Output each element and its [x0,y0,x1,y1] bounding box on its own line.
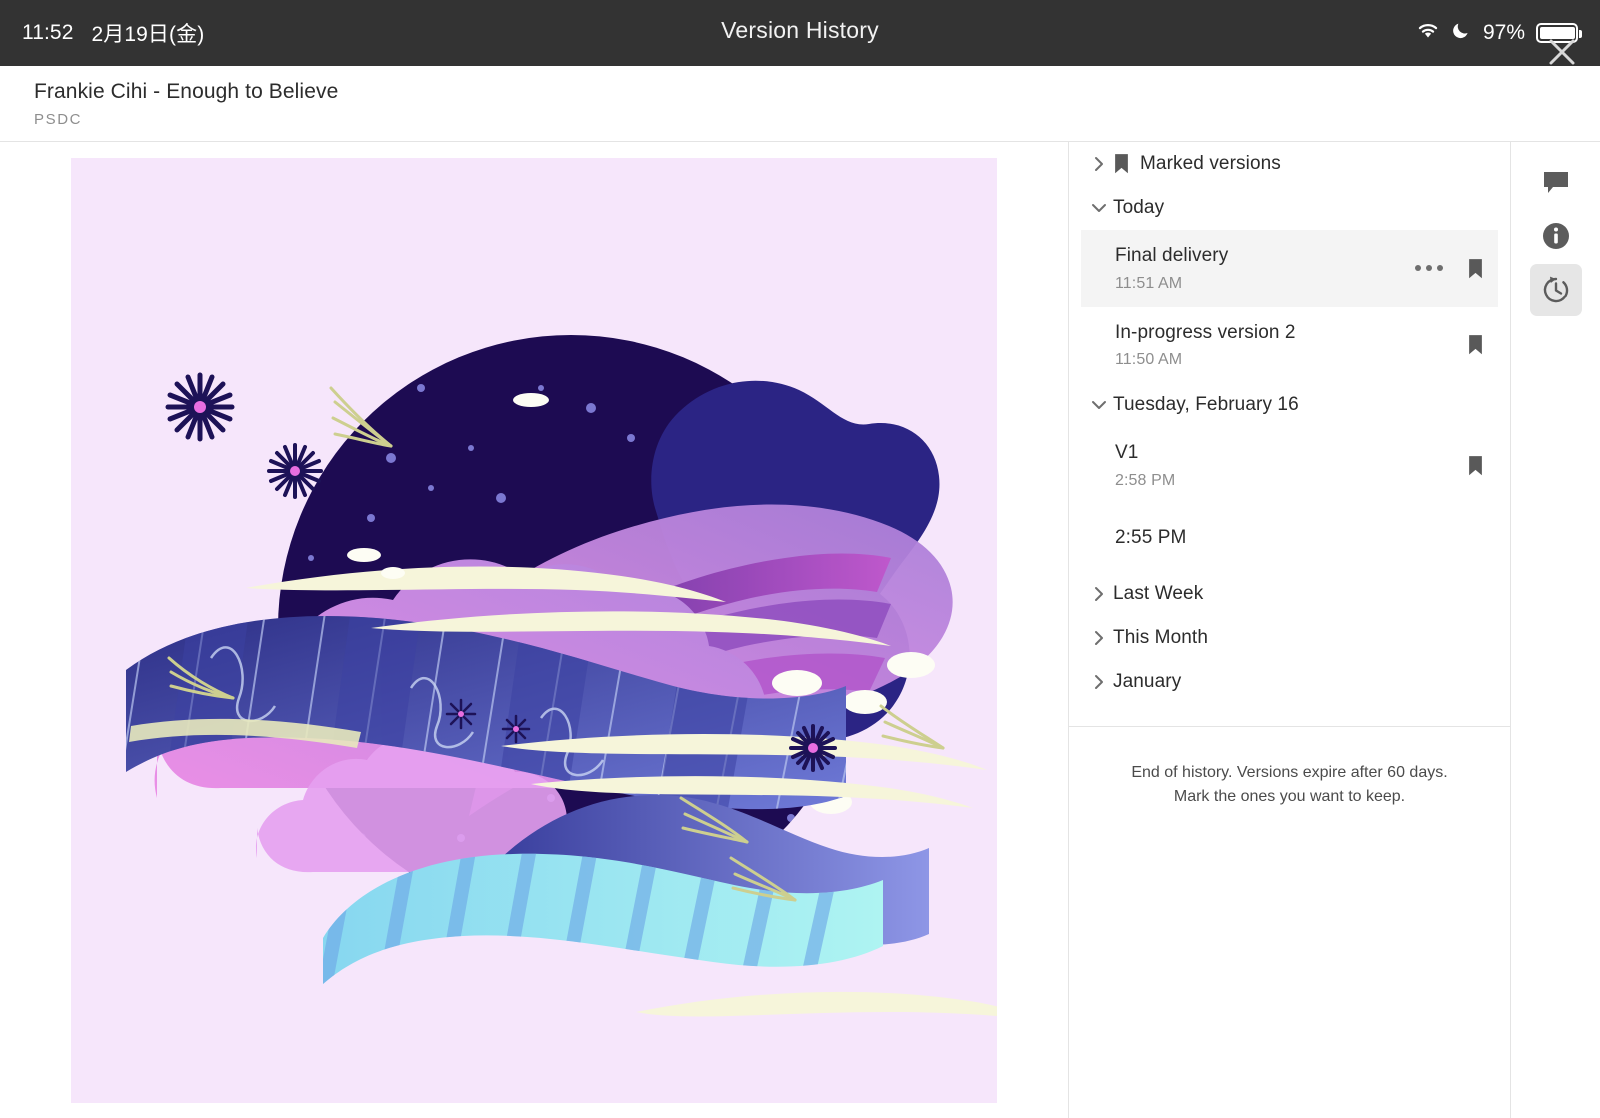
document-subtitle: PSDC [34,111,83,128]
history-group-header[interactable]: Marked versions [1069,142,1510,186]
bookmark-icon[interactable] [1467,455,1484,476]
history-group-label: Last Week [1113,583,1204,605]
comment-icon[interactable] [1530,156,1582,208]
bookmark-icon[interactable] [1467,258,1484,279]
version-row[interactable]: 2:55 PM [1081,504,1498,572]
body-area: Frankie Cihi Marked versions Today Final d… [0,142,1600,1118]
version-name: V1 [1115,442,1139,464]
chevron-right-icon[interactable] [1085,624,1113,652]
version-row-actions [1415,258,1498,279]
moon-icon [1452,20,1472,46]
artwork-preview[interactable]: Frankie Cihi [71,158,997,1103]
version-row[interactable]: In-progress version 2 11:50 AM [1081,307,1498,384]
history-group-label: Today [1113,197,1165,218]
chevron-down-icon[interactable] [1085,391,1113,419]
status-time: 11:52 [22,21,74,44]
chevron-down-icon[interactable] [1085,194,1113,222]
version-texts: V1 2:58 PM [1115,441,1467,490]
history-group-header[interactable]: Tuesday, February 16 [1069,383,1510,427]
history-group-header[interactable]: Last Week [1069,572,1510,616]
history-group-label: This Month [1113,627,1208,649]
status-bar-left: 11:52 2月19日(金) [22,18,204,48]
version-texts: In-progress version 2 11:50 AM [1115,321,1467,370]
right-rail [1510,142,1600,1118]
window-title: Version History [721,17,879,43]
version-row[interactable]: V1 2:58 PM [1081,427,1498,504]
version-time: 2:58 PM [1115,472,1176,490]
history-group-label: Tuesday, February 16 [1113,394,1299,416]
version-history-list: Marked versions Today Final delivery 11:51 … [1069,142,1510,704]
version-row-actions [1467,334,1498,355]
bookmark-icon [1113,153,1130,174]
divider [1069,726,1510,728]
version-texts: 2:55 PM [1115,527,1484,549]
version-history-panel: Marked versions Today Final delivery 11:51 … [1068,142,1510,1118]
more-options-icon[interactable] [1415,265,1443,272]
document-title: Frankie Cihi - Enough to Believe [34,80,339,103]
history-group-header[interactable]: This Month [1069,616,1510,660]
history-group-header[interactable]: January [1069,660,1510,704]
history-group-header[interactable]: Today [1069,186,1510,230]
chevron-right-icon[interactable] [1085,580,1113,608]
status-date: 2月19日(金) [91,23,205,46]
bookmark-icon[interactable] [1467,334,1484,355]
ios-status-bar: 11:52 2月19日(金) Version History 97% [0,0,1600,66]
version-time: 11:50 AM [1115,351,1183,369]
version-row-actions [1467,455,1498,476]
version-name: Final delivery [1115,245,1229,266]
wifi-icon [1415,20,1441,46]
version-row[interactable]: Final delivery 11:51 AM [1081,230,1498,307]
version-name: In-progress version 2 [1115,321,1296,343]
version-time: 11:51 AM [1115,274,1183,292]
version-time: 2:55 PM [1115,527,1187,549]
end-of-history-note: End of history. Versions expire after 60… [1131,764,1448,806]
chevron-right-icon[interactable] [1085,150,1113,178]
chevron-right-icon[interactable] [1085,668,1113,696]
info-icon[interactable] [1530,210,1582,262]
history-icon[interactable] [1529,264,1582,316]
canvas-area[interactable]: Frankie Cihi [0,142,1068,1118]
version-texts: Final delivery 11:51 AM [1115,244,1415,293]
document-header: Frankie Cihi - Enough to Believe PSDC [0,66,1600,142]
battery-percent: 97% [1482,21,1525,44]
history-group-label: Marked versions [1140,153,1281,174]
history-group-label: January [1113,671,1182,693]
